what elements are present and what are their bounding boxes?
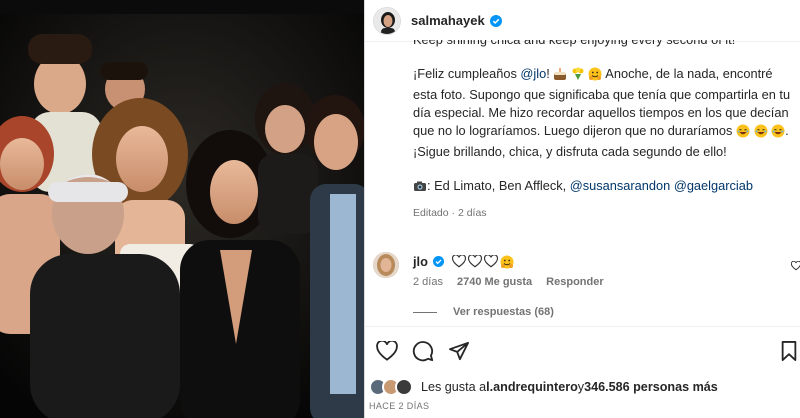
post-header: salmahayek — [365, 0, 800, 42]
white-heart-emoji — [451, 255, 466, 268]
liker-avatars — [369, 378, 413, 396]
bookmark-icon — [781, 340, 797, 361]
comment-username[interactable]: jlo — [413, 254, 428, 269]
laugh-emoji — [736, 124, 750, 143]
comment-icon — [412, 340, 434, 361]
mention-jlo[interactable]: @jlo — [520, 66, 546, 81]
comment-button[interactable] — [405, 333, 441, 369]
view-replies-button[interactable]: Ver respuestas (68) — [413, 306, 554, 318]
replies-divider-line — [413, 311, 437, 313]
likes-prefix: Les gusta a — [421, 380, 487, 394]
comment-likes-link[interactable]: 2740 Me gusta — [457, 276, 532, 288]
mention-gaelgarciab[interactable]: @gaelgarciab — [674, 178, 753, 193]
reply-button[interactable]: Responder — [546, 276, 603, 288]
heart-icon — [376, 340, 398, 361]
laugh-emoji — [771, 124, 785, 143]
laugh-emoji — [754, 124, 768, 143]
share-button[interactable] — [441, 333, 477, 369]
author-avatar[interactable] — [373, 6, 401, 35]
liker-username[interactable]: l.andrequintero — [486, 380, 578, 394]
hug-emoji — [500, 255, 514, 268]
comment-avatar-image — [373, 252, 399, 278]
comment-like-heart-icon[interactable] — [790, 258, 800, 276]
post-photo[interactable] — [0, 0, 364, 418]
caption-paragraph: ¡Feliz cumpleaños @jlo! Anoche, de la na… — [413, 65, 793, 161]
white-heart-emoji — [467, 255, 482, 268]
share-icon — [448, 341, 469, 360]
caption-text: : Ed Limato, Ben Affleck, — [427, 178, 570, 193]
comment-avatar[interactable] — [373, 252, 399, 278]
verified-badge-icon — [489, 14, 502, 27]
likes-summary: Les gusta a l.andrequintero y 346.586 pe… — [369, 374, 718, 400]
bouquet-emoji — [571, 67, 585, 86]
comment-row: jlo 2 días 2740 Me gusta Responder — [365, 248, 800, 296]
cake-emoji — [553, 67, 567, 86]
verified-badge-icon — [432, 256, 444, 267]
comment-time: 2 días — [413, 276, 443, 288]
save-button[interactable] — [771, 333, 800, 369]
edited-meta: Editado · 2 días — [413, 207, 487, 219]
caption-text: ! — [546, 66, 554, 81]
caption-truncated-line: Keep shining chica and keep enjoying eve… — [413, 40, 793, 49]
like-button[interactable] — [369, 333, 405, 369]
mention-susansarandon[interactable]: @susansarandon — [570, 178, 671, 193]
hug-emoji — [588, 67, 602, 86]
post-date[interactable]: HACE 2 DÍAS — [369, 401, 429, 411]
avatar-image — [374, 7, 400, 34]
post-caption: Keep shining chica and keep enjoying eve… — [413, 40, 793, 222]
post-actions-bar — [365, 326, 800, 374]
author-username[interactable]: salmahayek — [411, 13, 485, 28]
camera-emoji — [413, 179, 427, 198]
group-photo-image — [0, 14, 364, 418]
white-heart-emoji — [483, 255, 498, 268]
caption-credits: : Ed Limato, Ben Affleck, @susansarandon… — [413, 177, 793, 198]
liker-avatar[interactable] — [395, 378, 413, 396]
likes-count[interactable]: 346.586 personas más — [584, 380, 718, 394]
post-details-panel: salmahayek Keep shining chica and keep e… — [364, 0, 800, 418]
caption-text: ¡Feliz cumpleaños — [413, 66, 521, 81]
comment-text — [451, 255, 514, 269]
view-replies-label: Ver respuestas (68) — [453, 306, 554, 318]
